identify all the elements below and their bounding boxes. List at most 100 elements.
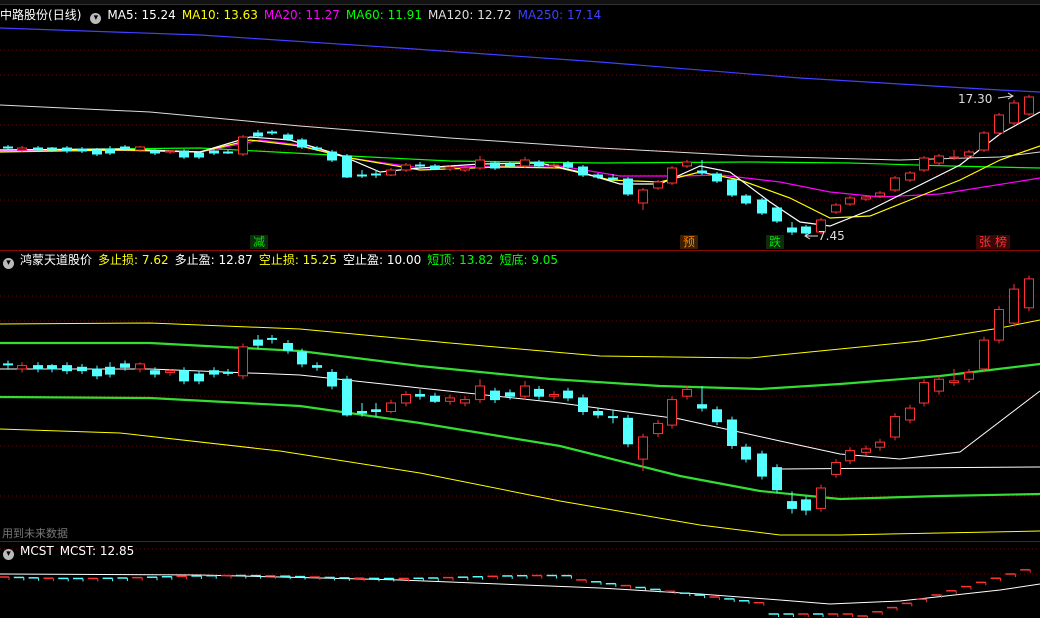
indicator-candle-body	[934, 378, 944, 392]
indicator-candle-body	[297, 351, 307, 365]
indicator-candle-body	[919, 382, 929, 404]
indicator-candle-body	[682, 388, 692, 397]
indicator-candle-body	[727, 419, 737, 446]
indicator-candle-body	[994, 309, 1004, 341]
main-candle-body	[697, 170, 707, 174]
main-candle-body	[105, 148, 115, 154]
main-candle-body	[327, 151, 337, 161]
indicator-candle-body	[33, 365, 43, 370]
main-candle-body	[297, 139, 307, 148]
main-candle-body	[267, 131, 277, 134]
indicator-candle-body	[979, 339, 989, 370]
main-candle-body	[667, 167, 677, 184]
mcst-chart[interactable]	[0, 542, 1040, 618]
indicator-candle-body	[179, 370, 189, 382]
indicator-candle-body	[772, 467, 782, 491]
indicator-candle-body	[342, 378, 352, 416]
indicator-candle-body	[578, 397, 588, 412]
indicator-candle-body	[47, 365, 57, 370]
indicator-candle-body	[890, 416, 900, 438]
indicator-candle-body	[238, 346, 248, 377]
indicator-candle-body	[194, 373, 204, 382]
stock-title[interactable]: 中路股份	[0, 8, 48, 22]
main-candle-body	[520, 159, 530, 167]
signal-badge-bang: 榜	[992, 235, 1011, 249]
main-candle-body	[934, 155, 944, 164]
indicator-candle-body	[283, 343, 293, 351]
signal-badge-jian: 减	[250, 235, 269, 249]
ma5-line	[0, 111, 1040, 227]
indicator-candle-body	[150, 370, 160, 375]
indicator-menu-icon[interactable]: ▾	[90, 13, 102, 24]
indicator-candle-body	[415, 394, 425, 397]
ma10-label: MA10: 13.63	[181, 8, 258, 22]
main-candle-body	[386, 169, 396, 176]
main-candlestick-chart[interactable]	[0, 0, 1040, 250]
main-candle-body	[623, 178, 633, 195]
main-candle-body	[772, 207, 782, 222]
indicator-candle-body	[757, 453, 767, 477]
signal-badge-die: 跌	[766, 235, 785, 249]
main-candle-body	[949, 156, 959, 159]
main-candle-body	[475, 159, 485, 169]
main-candle-body	[33, 147, 43, 151]
main-panel-header: 中路股份(日线) ▾ MA5: 15.24 MA10: 13.63 MA20: 11.2…	[0, 6, 607, 24]
main-candle-body	[460, 167, 470, 171]
mcst-value-label: MCST: 12.85	[59, 544, 135, 558]
main-candle-body	[47, 147, 57, 151]
indicator-candle-body	[608, 416, 618, 419]
mcst-title[interactable]: MCST	[20, 544, 54, 558]
indicator-candle-body	[831, 462, 841, 475]
indicator-candle-body	[816, 487, 826, 509]
main-candle-body	[653, 181, 663, 189]
ma20-label: MA20: 11.27	[263, 8, 340, 22]
indicator-candle-body	[430, 395, 440, 402]
indicator-candle-body	[77, 366, 87, 372]
main-candle-body	[253, 132, 263, 137]
indicator-candle-body	[267, 337, 277, 340]
indicator-candle-body	[697, 404, 707, 409]
ma250-label: MA250: 17.14	[517, 8, 602, 22]
main-candle-body	[787, 227, 797, 233]
mcst-line	[0, 573, 1040, 605]
indicator-candle-body	[964, 371, 974, 380]
ma250-line	[0, 27, 1040, 93]
indicator-candle-body	[62, 365, 72, 372]
indicator-candle-body	[445, 397, 455, 402]
main-candle-body	[712, 173, 722, 182]
main-candle-body	[223, 151, 233, 154]
mcst-panel-menu-icon[interactable]: ▾	[3, 549, 14, 560]
indicator-band-chart[interactable]	[0, 251, 1040, 541]
main-candle-body	[430, 165, 440, 170]
ma120-label: MA120: 12.72	[427, 8, 512, 22]
indicator-candle-body	[490, 390, 500, 401]
short-stoploss-band	[0, 319, 1040, 359]
indicator-panel-header: ▾ 鸿蒙天道股价 多止损: 7.62 多止盈: 12.87 空止损: 15.25 空止盈:…	[0, 251, 564, 269]
period-label: (日线)	[48, 8, 82, 22]
main-candle-body	[283, 134, 293, 140]
main-candle-body	[741, 195, 751, 204]
short-takeprofit-label: 空止盈: 10.00	[343, 253, 422, 267]
indicator-candle-body	[209, 370, 219, 375]
short-top-band	[0, 341, 1040, 391]
main-candle-body	[135, 146, 145, 151]
indicator-title[interactable]: 鸿蒙天道股价	[20, 253, 92, 267]
indicator-candle-body	[92, 368, 102, 377]
main-candle-body	[401, 164, 411, 171]
main-candle-body	[919, 157, 929, 171]
indicator-candle-body	[105, 366, 115, 375]
indicator-candle-body	[623, 417, 633, 445]
main-candle-body	[150, 150, 160, 154]
indicator-candle-body	[667, 399, 677, 426]
indicator-candle-body	[312, 365, 322, 368]
ma60-label: MA60: 11.91	[345, 8, 422, 22]
indicator-candle-body	[845, 450, 855, 462]
indicator-candle-body	[534, 388, 544, 397]
signal-badge-yu: 预	[680, 235, 699, 249]
main-candle-body	[1024, 96, 1034, 115]
main-candle-body	[593, 174, 603, 178]
main-candle-body	[490, 162, 500, 169]
indicator-candle-body	[386, 402, 396, 412]
indicator-candle-body	[861, 448, 871, 453]
indicator-panel-menu-icon[interactable]: ▾	[3, 258, 14, 269]
